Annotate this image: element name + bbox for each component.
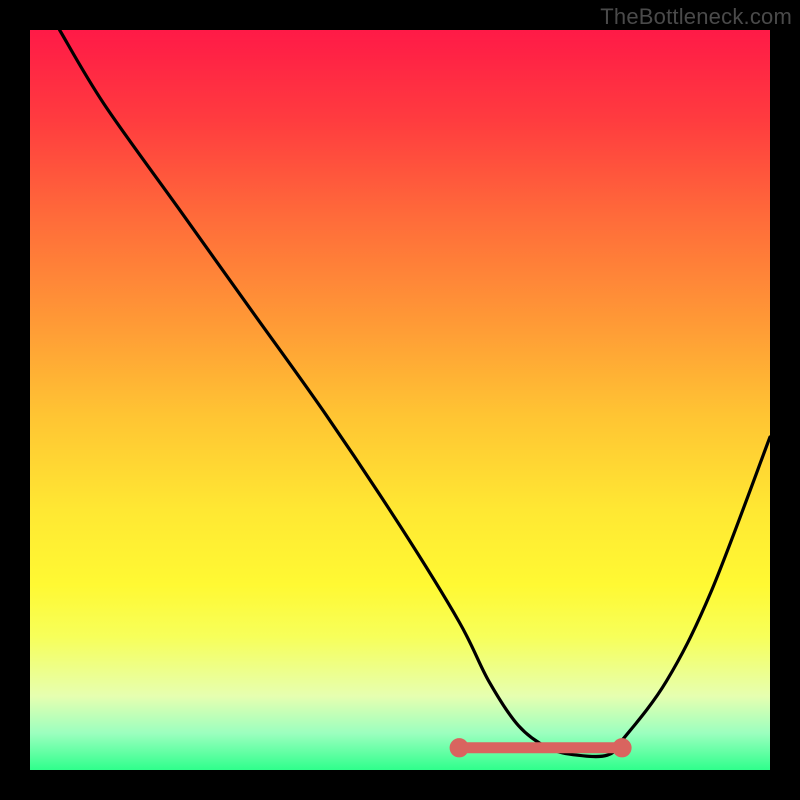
- chart-gradient-background: [30, 30, 770, 770]
- attribution-label: TheBottleneck.com: [600, 4, 792, 30]
- chart-frame: TheBottleneck.com: [0, 0, 800, 800]
